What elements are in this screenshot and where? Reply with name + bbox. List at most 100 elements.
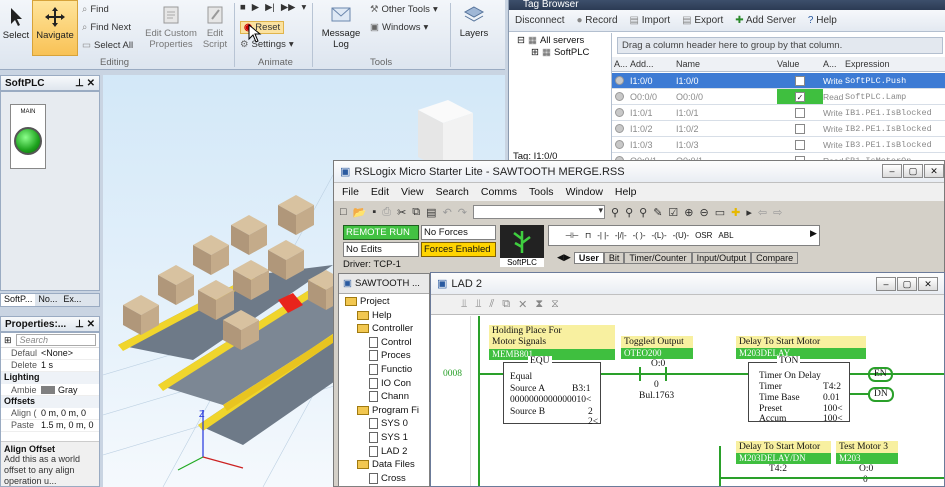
otu-icon[interactable]: -(U)- xyxy=(673,231,689,240)
save-icon[interactable]: ▪ xyxy=(372,206,376,218)
ton-instruction[interactable]: TON Timer On Delay Timer T4:2 Time Base … xyxy=(748,356,850,424)
menu-file[interactable]: File xyxy=(342,186,359,198)
col-access[interactable]: A... xyxy=(823,59,845,69)
verify-icon[interactable]: ☑ xyxy=(668,206,678,219)
tab-input-output[interactable]: Input/Output xyxy=(691,252,752,264)
search-combo[interactable]: ▾ xyxy=(473,205,605,219)
record-button[interactable]: ● Record xyxy=(576,15,617,26)
close-button[interactable]: ✕ xyxy=(924,164,944,178)
otl-icon[interactable]: -(L)- xyxy=(652,231,667,240)
edit-icon[interactable]: ✎ xyxy=(653,206,662,219)
find-next-button[interactable]: ⌕ Find Next xyxy=(82,22,131,33)
tree-item[interactable]: Program Fi xyxy=(357,405,419,416)
chevron-down-icon[interactable]: ▾ xyxy=(301,2,306,13)
add-rung-icon[interactable]: ✚ xyxy=(731,206,740,219)
other-tools-button[interactable]: ⚒ Other Tools ▾ xyxy=(370,4,438,15)
tree-item[interactable]: IO Con xyxy=(369,377,411,389)
property-row[interactable]: Align (0 m, 0 m, 0 xyxy=(1,408,99,420)
go-icon[interactable]: ▸ xyxy=(746,206,752,219)
tree-item[interactable]: Control xyxy=(369,336,412,348)
close-button[interactable]: ✕ xyxy=(918,277,938,291)
maximize-button[interactable]: ▢ xyxy=(897,277,917,291)
print-icon[interactable]: ⎙ xyxy=(382,206,391,219)
menu-comms[interactable]: Comms xyxy=(481,186,517,198)
tree-item[interactable]: Controller xyxy=(357,323,413,334)
tab-softplc[interactable]: SoftP... xyxy=(1,294,36,306)
menu-search[interactable]: Search xyxy=(436,186,469,198)
pin-icon[interactable]: ⊥ ✕ xyxy=(75,78,95,89)
cancel-tool-icon[interactable]: ✕ xyxy=(518,298,527,311)
lighting-category[interactable]: Lighting xyxy=(1,372,99,384)
tag-row[interactable]: O0:0/0 O0:0/0 ✓ Read SoftPLC.Lamp xyxy=(612,89,945,105)
zoom-out-icon[interactable]: ⊖ xyxy=(700,206,709,219)
col-address[interactable]: Add... xyxy=(626,59,676,69)
col-value[interactable]: Value xyxy=(777,59,823,69)
new-icon[interactable]: □ xyxy=(340,206,347,218)
main-push-button[interactable] xyxy=(14,127,42,155)
stop-icon[interactable]: ■ xyxy=(240,2,246,13)
osr-icon[interactable]: OSR xyxy=(695,231,712,240)
tree-item[interactable]: Cross xyxy=(369,472,406,484)
tag-row[interactable]: I1:0/0 I1:0/0 Write SoftPLC.Push xyxy=(612,73,945,89)
export-button[interactable]: ▤ Export xyxy=(682,15,723,26)
tool-icon[interactable]: ⚲ xyxy=(625,206,633,219)
tree-all-servers[interactable]: ⊟ ▦ All servers xyxy=(517,35,584,46)
accept-tool-icon[interactable]: ⧗ xyxy=(535,298,543,311)
select-all-button[interactable]: ▭ Select All xyxy=(82,40,133,51)
tree-item[interactable]: Chann xyxy=(369,391,409,403)
minimize-button[interactable]: – xyxy=(882,164,902,178)
tree-softplc[interactable]: ⊞ ▦ SoftPLC xyxy=(531,47,589,58)
sort-icon[interactable]: ⊞ xyxy=(4,335,12,346)
tree-item[interactable]: Functio xyxy=(369,364,412,375)
tree-item[interactable]: LAD 2 xyxy=(369,445,407,457)
add-server-button[interactable]: ✚ Add Server xyxy=(735,15,796,26)
navigate-button[interactable]: Navigate xyxy=(32,0,78,56)
edit-script-button[interactable]: Edit Script xyxy=(200,4,230,50)
delete-tool-icon[interactable]: ⫽ xyxy=(489,298,494,311)
tag-row[interactable]: I1:0/2 I1:0/2 Write IB2.PE1.IsBlocked xyxy=(612,121,945,137)
fit-icon[interactable]: ▭ xyxy=(715,206,725,219)
find-button[interactable]: ⌕ Find xyxy=(82,4,109,15)
tab-scroll-icon[interactable]: ◀▶ xyxy=(554,252,574,264)
rung-icon[interactable]: ⊣⊢ xyxy=(565,231,579,240)
tree-item[interactable]: Help xyxy=(357,310,392,321)
col-expression[interactable]: Expression xyxy=(845,59,890,69)
maximize-button[interactable]: ▢ xyxy=(903,164,923,178)
property-row[interactable]: Defaul <None> xyxy=(1,348,99,360)
tab-nodes[interactable]: No... xyxy=(35,294,60,306)
forward-icon[interactable]: ⇨ xyxy=(773,206,782,219)
edit-custom-properties-button[interactable]: Edit Custom Properties xyxy=(143,4,199,50)
copy-icon[interactable]: ⧉ xyxy=(412,206,420,219)
test-tool-icon[interactable]: ⧖ xyxy=(551,298,559,311)
tree-item[interactable]: SYS 1 xyxy=(369,432,408,443)
fast-forward-icon[interactable]: ▶▶ xyxy=(281,2,296,13)
menu-view[interactable]: View xyxy=(401,186,424,198)
windows-button[interactable]: ▣ Windows ▾ xyxy=(370,22,428,33)
value-checkbox[interactable]: ✓ xyxy=(777,89,823,104)
play-icon[interactable]: ▶ xyxy=(252,2,259,13)
property-row[interactable]: Delete 1 s xyxy=(1,360,99,372)
back-icon[interactable]: ⇦ xyxy=(758,206,767,219)
branch-icon[interactable]: ⊓ xyxy=(585,231,591,240)
paste-icon[interactable]: ▤ xyxy=(426,206,436,219)
property-row[interactable]: Ambie Gray xyxy=(1,384,99,396)
menu-help[interactable]: Help xyxy=(615,186,637,198)
value-checkbox[interactable] xyxy=(777,121,823,136)
undo-icon[interactable]: ↶ xyxy=(443,206,452,219)
tree-item[interactable]: Proces xyxy=(369,350,411,362)
offsets-category[interactable]: Offsets xyxy=(1,396,99,408)
abl-icon[interactable]: ABL xyxy=(718,231,733,240)
menu-window[interactable]: Window xyxy=(566,186,603,198)
zoom-in-icon[interactable]: ⊕ xyxy=(684,206,693,219)
col-name[interactable]: Name xyxy=(676,59,777,69)
tool-icon[interactable]: ⚲ xyxy=(639,206,647,219)
copy-tool-icon[interactable]: ⧉ xyxy=(502,298,510,311)
tab-timer-counter[interactable]: Timer/Counter xyxy=(624,252,692,264)
minimize-button[interactable]: – xyxy=(876,277,896,291)
tree-item[interactable]: SYS 0 xyxy=(369,418,408,430)
equ-instruction[interactable]: EQU Equal Source A B3:1 0000000000000010… xyxy=(503,356,601,427)
xio-icon[interactable]: -|/|- xyxy=(615,231,627,240)
import-button[interactable]: ▤ Import xyxy=(630,15,671,26)
search-input[interactable]: Search xyxy=(15,334,96,346)
col-a[interactable]: A... xyxy=(612,59,628,69)
